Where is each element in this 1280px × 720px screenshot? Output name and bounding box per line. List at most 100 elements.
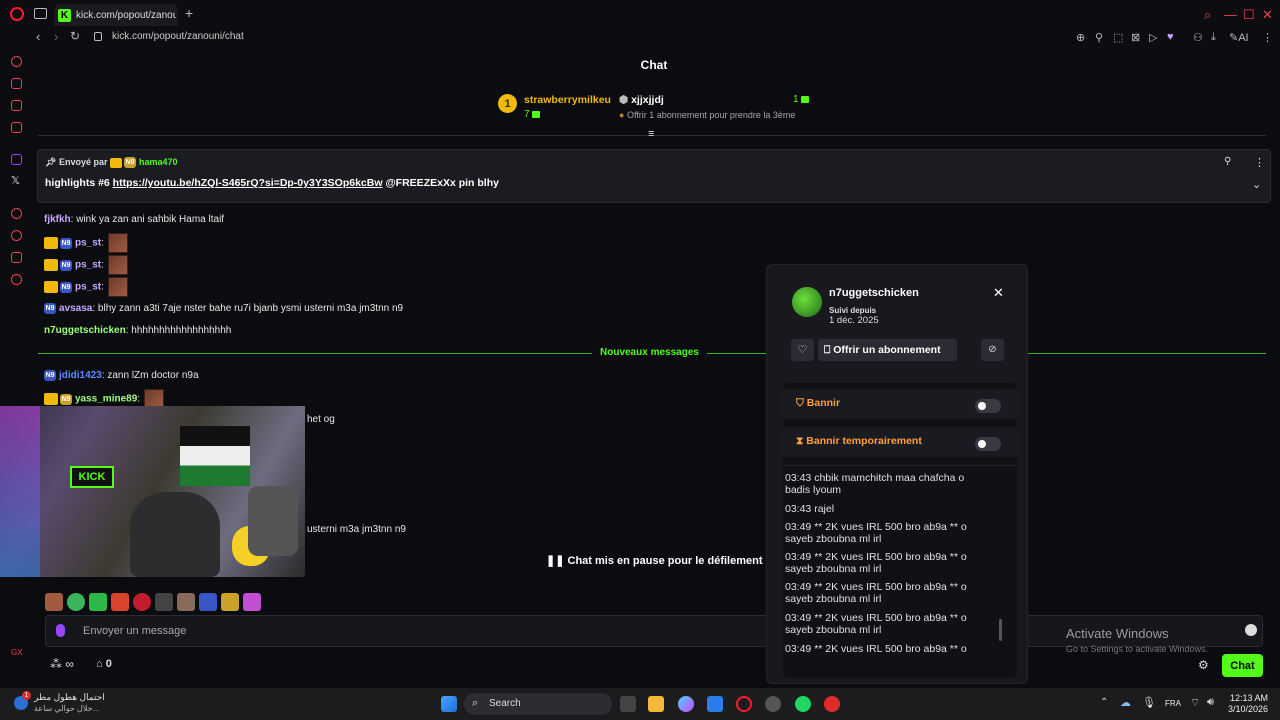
ban-toggle[interactable] [975, 399, 1001, 413]
cloud-icon[interactable]: ☁ [1120, 696, 1131, 709]
tray-chevron-icon[interactable]: ⌃ [1100, 697, 1108, 708]
player-sidebar-icon[interactable] [11, 208, 22, 219]
tab-manager-icon[interactable] [34, 8, 47, 19]
chat-message: N9 ps_st: [44, 233, 128, 253]
pin-icon[interactable]: ⚲ [1095, 31, 1103, 44]
emote-button[interactable] [133, 593, 151, 611]
windows-watermark-title: Activate Windows [1066, 626, 1169, 641]
app-icon[interactable] [765, 696, 781, 712]
zoom-icon[interactable]: ⊕ [1076, 31, 1085, 44]
mute-icon[interactable]: ⊘ [981, 339, 1004, 361]
close-icon[interactable]: ✕ [1262, 7, 1273, 23]
url-field[interactable]: kick.com/popout/zanouni/chat [112, 31, 244, 42]
webcam-video[interactable]: KICK [0, 406, 305, 577]
chat-message: fjkfkh: wink ya zan ani sahbik Hama ltai… [44, 214, 225, 225]
system-clock[interactable]: 12:13 AM 3/10/2026 [1224, 693, 1268, 715]
settings-gear-icon[interactable]: ⚙ [1198, 658, 1209, 672]
download-icon[interactable]: ⤓ [1211, 31, 1216, 44]
weather-title[interactable]: احتمال هطول مطر [34, 692, 105, 703]
search-icon[interactable]: ⌕ [1204, 7, 1211, 23]
gx-icon[interactable]: GX [11, 648, 23, 657]
new-tab-icon[interactable]: + [185, 5, 193, 21]
wallet-icon[interactable] [11, 122, 22, 133]
back-icon[interactable]: ‹ [36, 29, 40, 44]
history-icon[interactable] [11, 56, 22, 67]
weather-subtitle: خلال حوالي ساعة... [34, 704, 100, 713]
collapse-icon[interactable]: ≡ [648, 128, 654, 140]
cube-icon[interactable] [11, 252, 22, 263]
chat-input-placeholder: Envoyer un message [83, 625, 187, 637]
windows-taskbar: 1 احتمال هطول مطر خلال حوالي ساعة... ⌕ S… [0, 688, 1280, 720]
forward-icon[interactable]: › [54, 29, 58, 44]
gift-box-icon: ⎕ [824, 344, 831, 356]
adblock-icon[interactable]: ⊠ [1131, 31, 1140, 44]
menu-icon[interactable]: ⋮ [1262, 31, 1273, 44]
chat-paused-banner[interactable]: ❚❚ Chat mis en pause pour le défilement [546, 554, 763, 567]
emote-button[interactable] [67, 593, 85, 611]
pinned-link[interactable]: https://youtu.be/hZQl-S465rQ?si=Dp-0y3Y3… [113, 177, 383, 189]
emote-button[interactable] [155, 593, 173, 611]
heart-icon[interactable]: ♥ [1167, 31, 1174, 43]
emote-button[interactable] [177, 593, 195, 611]
x-icon[interactable]: 𝕏 [11, 174, 20, 187]
gift-subscription-button[interactable]: ⎕ Offrir un abonnement [818, 339, 957, 361]
file-explorer-icon[interactable] [648, 696, 664, 712]
emote-quick-bar [45, 593, 261, 613]
emote-button[interactable] [243, 593, 261, 611]
history-message: 03:49 ** 2K vues IRL 500 bro ab9a ** o [785, 643, 967, 655]
more-icon[interactable]: ⋮ [1254, 156, 1265, 169]
microphone-icon[interactable] [56, 624, 65, 637]
reload-icon[interactable]: ↻ [70, 29, 80, 43]
expand-icon[interactable]: ⌄ [1252, 178, 1261, 191]
settings-icon[interactable] [11, 274, 22, 285]
task-view-icon[interactable] [620, 696, 636, 712]
kick-points-icon[interactable]: ⁂ ∞ [50, 657, 74, 671]
snapshot-icon[interactable]: ⬚ [1113, 31, 1123, 44]
divider-line [783, 465, 1017, 466]
windows-start-icon[interactable] [441, 696, 457, 712]
emoji-icon[interactable] [1245, 624, 1257, 636]
spotify-icon[interactable] [795, 696, 811, 712]
follow-heart-button[interactable]: ♡ [791, 339, 814, 361]
messenger-icon[interactable] [11, 100, 22, 111]
emote-button[interactable] [221, 593, 239, 611]
emote-image [107, 255, 128, 275]
volume-icon[interactable]: 🔊︎ [1207, 696, 1214, 709]
mic-tray-icon[interactable]: 🎙︎ [1142, 696, 1156, 709]
unpin-icon[interactable]: ⚲ [1224, 156, 1231, 167]
store-button[interactable]: ⌂ 0 [96, 658, 112, 670]
ai-icon[interactable]: ✎AI [1229, 31, 1249, 44]
emote-button[interactable] [45, 593, 63, 611]
wifi-icon[interactable]: ⌔ [1190, 696, 1200, 710]
clock-icon[interactable] [11, 230, 22, 241]
history-message: 03:49 ** 2K vues IRL 500 bro ab9a ** o s… [785, 581, 967, 605]
chat-message: n7uggetschicken: hhhhhhhhhhhhhhhhhh [44, 325, 232, 336]
copilot-icon[interactable] [678, 696, 694, 712]
chat-message: N9 avsasa: blhy zann a3ti 7aje nster bahe… [44, 303, 404, 315]
opera-logo-icon[interactable] [10, 7, 24, 21]
maximize-icon[interactable]: ☐ [1243, 7, 1255, 23]
search-label: Search [489, 698, 521, 709]
pinned-text: highlights #6 https://youtu.be/hZQl-S465… [45, 177, 499, 189]
taskbar-search[interactable]: ⌕ Search [464, 693, 612, 715]
language-indicator[interactable]: FRA [1165, 699, 1181, 708]
emote-button[interactable] [199, 593, 217, 611]
profile-icon[interactable]: ⚇ [1193, 31, 1203, 44]
emote-button[interactable] [89, 593, 107, 611]
send-chat-button[interactable]: Chat [1222, 654, 1263, 677]
gift-user[interactable]: ⬢ xjjxjjdj [619, 94, 664, 106]
extensions-icon[interactable] [11, 78, 22, 89]
browser-sidebar: 𝕏 GX [0, 48, 32, 688]
close-icon[interactable]: ✕ [993, 285, 1004, 301]
twitch-icon[interactable] [11, 154, 22, 165]
minimize-icon[interactable]: — [1224, 7, 1237, 22]
store-app-icon[interactable] [707, 696, 723, 712]
app-icon[interactable] [824, 696, 840, 712]
timeout-toggle[interactable] [975, 437, 1001, 451]
emote-button[interactable] [111, 593, 129, 611]
top-gifter-name[interactable]: strawberrymilkeu [524, 94, 611, 106]
player-icon[interactable]: ▷ [1149, 31, 1157, 44]
opera-gx-taskbar-icon[interactable] [736, 696, 752, 712]
history-scrollbar[interactable] [999, 619, 1002, 641]
browser-tab[interactable]: K kick.com/popout/zanouni/ [54, 4, 178, 26]
